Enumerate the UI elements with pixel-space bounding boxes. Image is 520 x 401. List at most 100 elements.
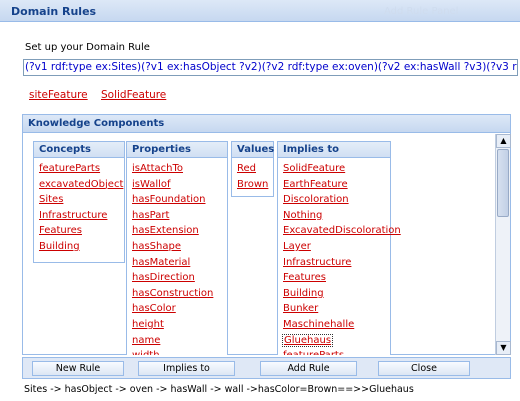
property-item-link[interactable]: width [132,350,160,355]
rule-summary-text: Sites -> hasObject -> oven -> hasWall ->… [24,384,414,395]
implies-item-link[interactable]: SolidFeature [283,163,345,174]
implies-item-link[interactable]: EarthFeature [283,179,348,190]
close-button[interactable]: Close [378,361,470,376]
value-item-link[interactable]: Red [237,163,256,174]
implies-item-link[interactable]: Infrastructure [283,257,351,268]
values-list: Red Brown [232,158,273,192]
property-item-link[interactable]: hasColor [132,303,176,314]
property-item: hasMaterial [132,255,227,271]
value-item-link[interactable]: Brown [237,179,268,190]
properties-list: isAttachTo isWallof hasFoundation hasPart ha… [127,158,227,355]
implies-item: Maschinehalle [283,317,390,333]
implies-item: Building [283,286,390,302]
implies-item-link[interactable]: ExcavatedDiscoloration [283,225,401,236]
implies-item-link[interactable]: Maschinehalle [283,319,354,330]
scroll-up-arrow-icon[interactable]: ▲ [496,134,511,148]
values-title: Values [232,142,274,158]
concept-item-link[interactable]: featureParts [39,163,100,174]
implies-to-button[interactable]: Implies to [138,361,235,376]
setup-label: Set up your Domain Rule [25,42,150,53]
property-item-link[interactable]: hasPart [132,210,169,221]
property-item: hasDirection [132,270,227,286]
implies-list: SolidFeature EarthFeature Discoloration Not… [278,158,401,355]
property-item-link[interactable]: hasShape [132,241,181,252]
property-item-link[interactable]: hasDirection [132,272,195,283]
property-item: hasConstruction [132,286,227,302]
new-rule-button[interactable]: New Rule [32,361,124,376]
concept-item: featureParts [39,161,124,177]
window-title-bar: Domain Rules Add Rule Panel [0,0,520,22]
concept-item: Infrastructure [39,208,124,224]
concept-item-link[interactable]: Sites [39,194,63,205]
implies-item-link[interactable]: Nothing [283,210,322,221]
selected-link-sitefeature[interactable]: siteFeature [29,89,88,101]
add-rule-button[interactable]: Add Rule [260,361,357,376]
rule-text-field[interactable]: (?v1 rdf:type ex:Sites)(?v1 ex:hasObject… [23,59,518,76]
property-item-link[interactable]: isAttachTo [132,163,183,174]
property-item-link[interactable]: hasConstruction [132,288,213,299]
concepts-list: featureParts excavatedObject Sites Infrastr… [34,158,124,255]
implies-item-link[interactable]: Building [283,288,324,299]
concept-item-link[interactable]: Infrastructure [39,210,107,221]
button-bar: New Rule Implies to Add Rule Close [22,357,511,379]
implies-item: Bunker [283,301,390,317]
knowledge-components-body: Concepts featureParts excavatedObject Site… [23,134,496,355]
property-item: hasColor [132,301,227,317]
property-item: hasPart [132,208,227,224]
value-item: Red [237,161,273,177]
property-item: isWallof [132,177,227,193]
concept-item: excavatedObject [39,177,124,193]
property-item: hasShape [132,239,227,255]
property-item: name [132,333,227,349]
scroll-thumb[interactable] [497,149,509,217]
selected-link-solidfeature[interactable]: SolidFeature [101,89,166,101]
implies-item-link[interactable]: featureParts [283,350,344,355]
concept-item-link[interactable]: Features [39,225,82,236]
implies-item: SolidFeature [283,161,390,177]
implies-item: Infrastructure [283,255,390,271]
properties-title: Properties [127,142,227,158]
implies-item: Discoloration [283,192,390,208]
implies-column: Implies to SolidFeature EarthFeature Disco… [277,141,401,355]
concept-item: Features [39,223,124,239]
implies-item: ExcavatedDiscoloration [283,223,401,239]
concept-item: Building [39,239,124,255]
implies-item: EarthFeature [283,177,390,193]
ghost-header-text: Add Rule Panel [384,6,459,17]
property-item: width [132,348,227,355]
values-column: Values Red Brown [231,141,274,197]
property-item-link[interactable]: hasExtension [132,225,199,236]
property-item: hasFoundation [132,192,227,208]
implies-item-link[interactable]: Bunker [283,303,318,314]
concept-item-link[interactable]: excavatedObject [39,179,123,190]
property-item: hasExtension [132,223,227,239]
implies-item-link[interactable]: Features [283,272,326,283]
scroll-down-arrow-icon[interactable]: ▼ [496,341,511,355]
knowledge-components-title: Knowledge Components [23,115,510,133]
property-item-link[interactable]: name [132,335,160,346]
implies-item: Gluehaus [281,333,390,349]
implies-item-link[interactable]: Layer [283,241,311,252]
implies-item: Features [283,270,390,286]
properties-column: Properties isAttachTo isWallof hasFoundati… [126,141,228,355]
property-item-link[interactable]: hasMaterial [132,257,190,268]
implies-item-link[interactable]: Gluehaus [281,333,334,347]
vertical-scrollbar[interactable]: ▲ ▼ [495,134,511,355]
window-title: Domain Rules [11,5,97,18]
property-item: height [132,317,227,333]
implies-item: featureParts [283,348,390,355]
property-item: isAttachTo [132,161,227,177]
implies-item: Nothing [283,208,390,224]
value-item: Brown [237,177,273,193]
implies-item: Layer [283,239,390,255]
property-item-link[interactable]: height [132,319,164,330]
selected-links: siteFeature SolidFeature [29,89,176,101]
property-item-link[interactable]: hasFoundation [132,194,206,205]
knowledge-components-panel: Knowledge Components Concepts featurePar… [22,114,511,355]
implies-title: Implies to [278,142,390,158]
implies-item-link[interactable]: Discoloration [283,194,349,205]
concept-item: Sites [39,192,124,208]
concept-item-link[interactable]: Building [39,241,80,252]
concepts-title: Concepts [34,142,124,158]
property-item-link[interactable]: isWallof [132,179,171,190]
